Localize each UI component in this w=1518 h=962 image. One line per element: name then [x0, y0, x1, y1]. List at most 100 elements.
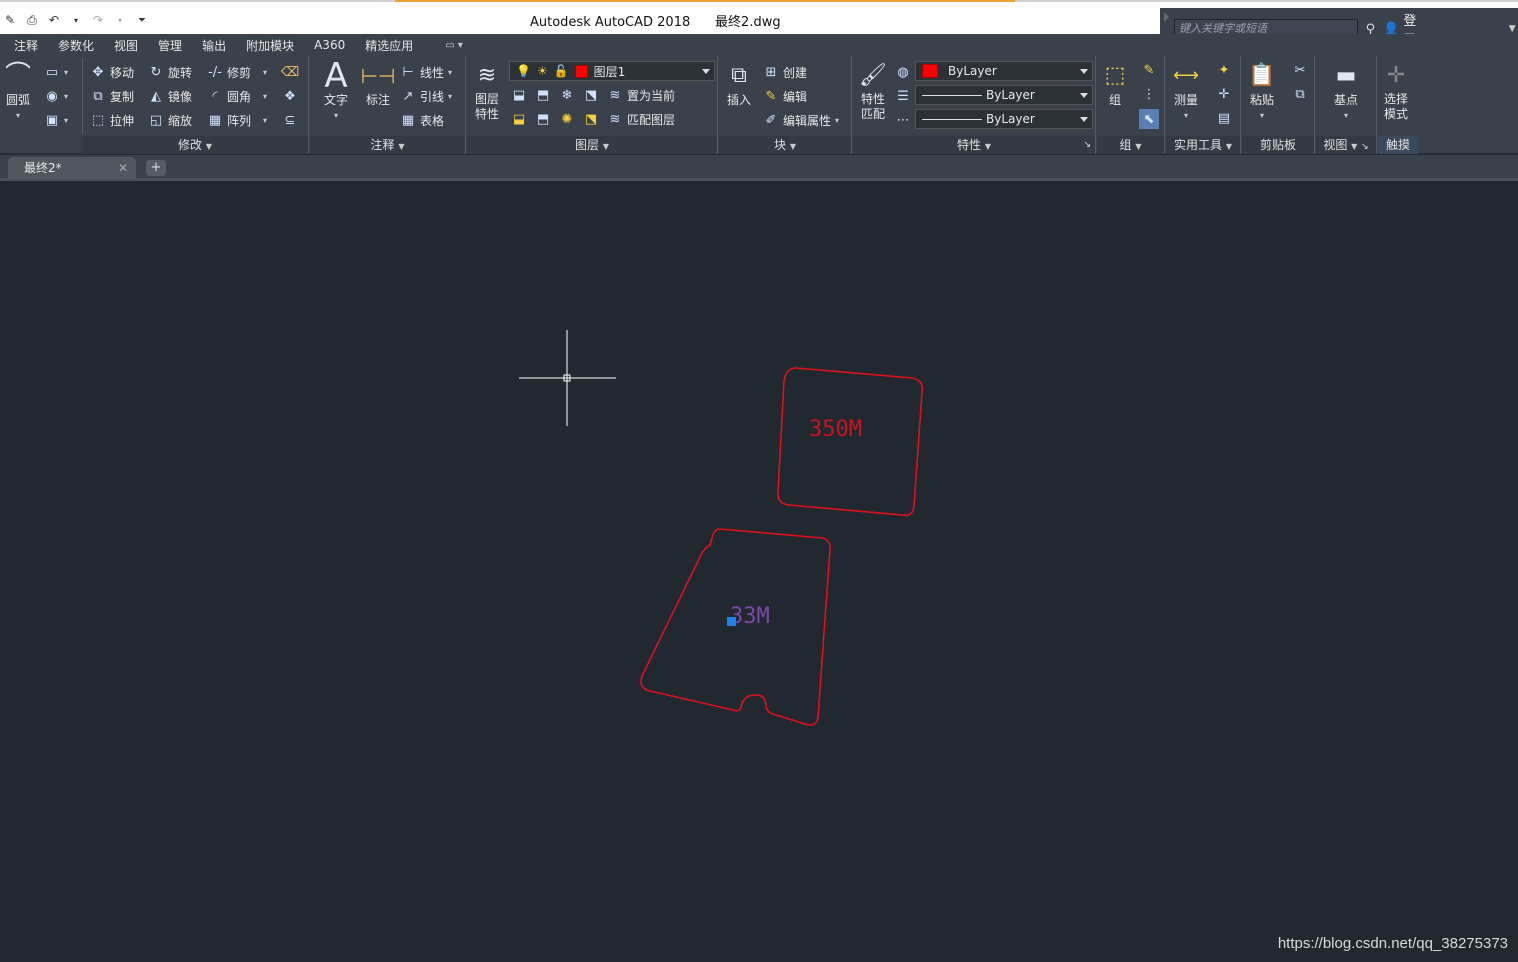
scale-button[interactable]: ◱ 缩放 — [148, 112, 192, 129]
color-wheel-button[interactable]: ◍ — [895, 64, 911, 80]
panel-annotation-title[interactable]: 注释 ▼ — [310, 136, 465, 154]
layer-freeze-button[interactable]: ❄ — [559, 87, 575, 103]
ribbon-toggle-icon[interactable]: ▭ ▾ — [445, 40, 463, 51]
layer-dropdown[interactable]: 💡 ☀ 🔓 图层1 — [509, 61, 715, 81]
lineweight-button[interactable]: ☰ — [895, 88, 911, 104]
layer-lock-button[interactable]: ⬔ — [583, 87, 599, 103]
new-tab-button[interactable]: + — [146, 160, 166, 176]
mirror-button[interactable]: ◭ 镜像 — [148, 88, 192, 105]
calculator-button[interactable]: ▤ — [1216, 110, 1232, 126]
dialog-launcher-icon[interactable]: ↘ — [1083, 136, 1091, 154]
ribbon-tabs: 注释 参数化 视图 管理 输出 附加模块 A360 精选应用 ▭ ▾ — [0, 34, 1518, 56]
document-tab[interactable]: 最终2* ✕ — [8, 157, 136, 179]
redo-icon[interactable]: ↷ — [90, 12, 106, 28]
copy-clip-button[interactable]: ⧉ — [1292, 86, 1308, 102]
array-button[interactable]: ▦ 阵列 ▾ — [207, 112, 267, 129]
panel-view-title[interactable]: 视图 ▼ ↘ — [1316, 136, 1376, 154]
layer-unlock-button[interactable]: ⬔ — [583, 111, 599, 127]
base-view-button[interactable]: ▬ 基点 ▾ — [1330, 60, 1362, 124]
panel-modify-title[interactable]: 修改 ▼ — [82, 136, 308, 154]
explode-button[interactable]: ❖ — [282, 88, 298, 104]
chevron-down-icon — [702, 69, 710, 74]
linear-button[interactable]: ⊢ 线性 ▾ — [400, 64, 452, 81]
tab-view[interactable]: 视图 — [114, 37, 138, 54]
offset-button[interactable]: ⊆ — [282, 112, 298, 128]
grip-point[interactable] — [727, 617, 736, 626]
tab-parametric[interactable]: 参数化 — [58, 37, 94, 54]
set-current-button[interactable]: ≋ 置为当前 — [607, 87, 675, 104]
linetype-button[interactable]: ⋯ — [895, 112, 911, 128]
tab-output[interactable]: 输出 — [202, 37, 226, 54]
leader-button[interactable]: ↗ 引线 ▾ — [400, 88, 452, 105]
stretch-button[interactable]: ⬚ 拉伸 — [90, 112, 134, 129]
panel-properties-title[interactable]: 特性 ▼ ↘ — [853, 136, 1095, 154]
upper-shape-label[interactable]: 350M — [809, 417, 862, 442]
layer-thaw-button[interactable]: ✺ — [559, 111, 575, 127]
panel-touch-title[interactable]: 触摸 — [1378, 136, 1418, 154]
panel-groups-title[interactable]: 组 ▼ — [1097, 136, 1164, 154]
layer-unisolate-button[interactable]: ⬒ — [535, 111, 551, 127]
drawing-svg[interactable]: 350M 33M — [0, 181, 1518, 962]
text-button[interactable]: A 文字 ▾ — [320, 59, 352, 124]
layer-unisolate-icon: ⬒ — [536, 111, 550, 127]
tab-featured-apps[interactable]: 精选应用 — [365, 37, 413, 54]
copy-button[interactable]: ⧉ 复制 — [90, 88, 134, 105]
print-icon[interactable]: ⎙ — [24, 12, 40, 28]
tab-addins[interactable]: 附加模块 — [246, 37, 294, 54]
panel-clipboard-title[interactable]: 剪贴板 — [1242, 136, 1314, 154]
layer-color-swatch — [574, 64, 588, 78]
linetype-dropdown[interactable]: ByLayer — [915, 85, 1093, 105]
select-mode-button[interactable]: ✛ 选择 模式 — [1380, 60, 1412, 122]
match-properties-button[interactable]: 🖌 特性 匹配 — [857, 60, 889, 122]
layer-isolate-button[interactable]: ⬒ — [535, 87, 551, 103]
dimension-button[interactable]: ⊢⊣ 标注 — [361, 60, 396, 108]
panel-block-title[interactable]: 块 ▼ — [719, 136, 851, 154]
insert-button[interactable]: ⧉ 插入 — [723, 60, 755, 108]
quick-select-button[interactable]: ✦ — [1216, 62, 1232, 78]
group-edit-button[interactable]: ⋮ — [1141, 86, 1157, 102]
group-button[interactable]: ⬚ 组 — [1099, 60, 1131, 108]
edit-attributes-button[interactable]: ✐ 编辑属性 ▾ — [763, 112, 839, 129]
drawing-canvas[interactable]: 350M 33M https://blog.csdn.net/qq_382753… — [0, 181, 1518, 962]
edit-block-button[interactable]: ✎ 编辑 — [763, 88, 807, 105]
cut-button[interactable]: ✂ — [1292, 62, 1308, 78]
panel-utilities-title[interactable]: 实用工具 ▼ — [1166, 136, 1240, 154]
layer-on-button[interactable]: ⬓ — [511, 111, 527, 127]
undo-icon[interactable]: ↶ — [46, 12, 62, 28]
trim-button[interactable]: -/- 修剪 ▾ — [207, 64, 267, 81]
lineweight-dropdown[interactable]: ByLayer — [915, 109, 1093, 129]
tab-manage[interactable]: 管理 — [158, 37, 182, 54]
linear-dimension-icon: ⊢ — [402, 65, 414, 80]
chevron-down-icon[interactable]: ▼ — [1509, 24, 1516, 34]
save-as-icon[interactable]: ✎ — [2, 12, 18, 28]
rotate-button[interactable]: ↻ 旋转 — [148, 64, 192, 81]
line-sample — [922, 118, 982, 120]
match-layer-button[interactable]: ≋ 匹配图层 — [607, 111, 675, 128]
ungroup-button[interactable]: ✎ — [1141, 62, 1157, 78]
id-point-button[interactable]: ✛ — [1216, 86, 1232, 102]
title-accent-line — [395, 0, 1015, 2]
close-icon[interactable]: ✕ — [118, 157, 128, 179]
layer-properties-button[interactable]: ≋ 图层 特性 — [471, 60, 503, 122]
region-button[interactable]: ▣ ▾ — [44, 112, 68, 128]
hatch-button[interactable]: ◉ ▾ — [44, 88, 68, 104]
tab-annotate[interactable]: 注释 — [14, 37, 38, 54]
panel-layers-title[interactable]: 图层 ▼ — [467, 136, 717, 154]
rectangle-button[interactable]: ▭ ▾ — [44, 64, 68, 80]
table-button[interactable]: ▦ 表格 — [400, 112, 444, 129]
color-dropdown[interactable]: ByLayer — [915, 61, 1093, 81]
layer-off-button[interactable]: ⬓ — [511, 87, 527, 103]
tab-a360[interactable]: A360 — [314, 38, 345, 52]
layer-lock-icon: ⬔ — [584, 87, 598, 103]
group-selection-button[interactable]: ⬉ — [1139, 109, 1159, 129]
fillet-button[interactable]: ◜ 圆角 ▾ — [207, 88, 267, 105]
paste-button[interactable]: 📋 粘贴 ▾ — [1246, 60, 1278, 124]
arc-button[interactable]: ⌒ 圆弧 ▾ — [2, 60, 34, 124]
create-block-button[interactable]: ⊞ 创建 — [763, 64, 807, 81]
erase-button[interactable]: ⌫ — [281, 64, 299, 80]
undo-dropdown-icon[interactable]: ▾ — [68, 12, 84, 28]
customize-qat-icon[interactable]: ⏷ — [134, 12, 150, 28]
measure-button[interactable]: ⟷ 测量 ▾ — [1170, 60, 1202, 124]
redo-dropdown-icon[interactable]: ▾ — [112, 12, 128, 28]
move-button[interactable]: ✥ 移动 — [90, 64, 134, 81]
